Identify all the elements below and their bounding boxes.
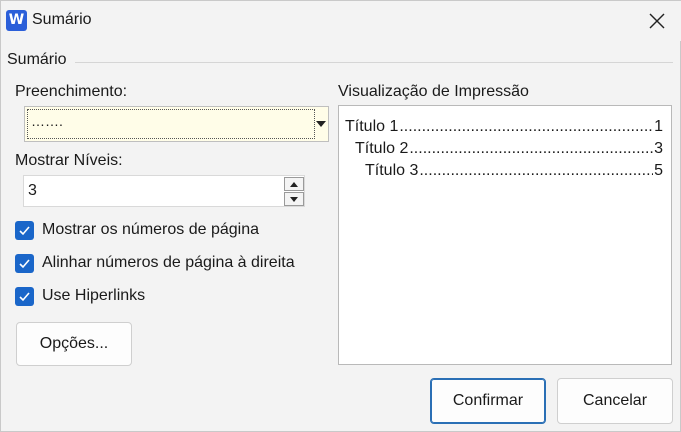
toc-entry-page: 3 (654, 140, 663, 157)
levels-value[interactable]: 3 (28, 182, 37, 200)
check-icon[interactable] (15, 287, 34, 306)
toc-entry-page: 1 (654, 118, 663, 135)
section-divider (75, 62, 673, 63)
fill-dropdown-value: ……. (27, 109, 315, 139)
close-icon[interactable] (641, 5, 673, 37)
toc-entry-title: Título 2 (355, 140, 409, 157)
checkbox-label: Use Hiperlinks (42, 287, 146, 304)
title-bar: W Sumário (1, 1, 681, 41)
arrow-down-icon (290, 197, 298, 202)
check-icon[interactable] (15, 221, 34, 240)
check-icon[interactable] (15, 254, 34, 273)
options-button[interactable]: Opções... (16, 322, 132, 366)
toc-leader: ........................................… (409, 140, 654, 157)
toc-entry-page: 5 (654, 162, 663, 179)
toc-entry-title: Título 1 (345, 118, 399, 135)
levels-label: Mostrar Níveis: (15, 152, 123, 169)
preview-label: Visualização de Impressão (338, 83, 529, 100)
toc-entry-title: Título 3 (365, 162, 419, 179)
chevron-down-icon[interactable] (316, 121, 326, 127)
toc-entry-3: Título 3 ...............................… (365, 162, 663, 184)
checkbox-label: Alinhar números de página à direita (42, 254, 295, 271)
levels-spinner[interactable]: 3 (23, 175, 305, 207)
window-title: Sumário (32, 11, 92, 28)
cancel-button[interactable]: Cancelar (557, 378, 673, 424)
arrow-up-icon (290, 182, 298, 187)
toc-entry-2: Título 2 ...............................… (355, 140, 663, 162)
spin-down-button[interactable] (284, 192, 304, 206)
toc-entry-1: Título 1 ...............................… (345, 118, 663, 140)
print-preview: Título 1 ...............................… (338, 105, 672, 365)
toc-leader: ........................................… (419, 162, 653, 179)
word-app-icon: W (6, 10, 27, 31)
section-title: Sumário (7, 51, 67, 68)
spin-up-button[interactable] (284, 177, 304, 191)
toc-leader: ........................................… (399, 118, 653, 135)
checkbox-label: Mostrar os números de página (42, 221, 259, 238)
confirm-button[interactable]: Confirmar (430, 378, 546, 424)
toc-dialog: W Sumário Sumário Preenchimento: ……. Mos… (0, 0, 681, 432)
fill-dropdown[interactable]: ……. (24, 106, 329, 142)
fill-label: Preenchimento: (15, 83, 128, 100)
